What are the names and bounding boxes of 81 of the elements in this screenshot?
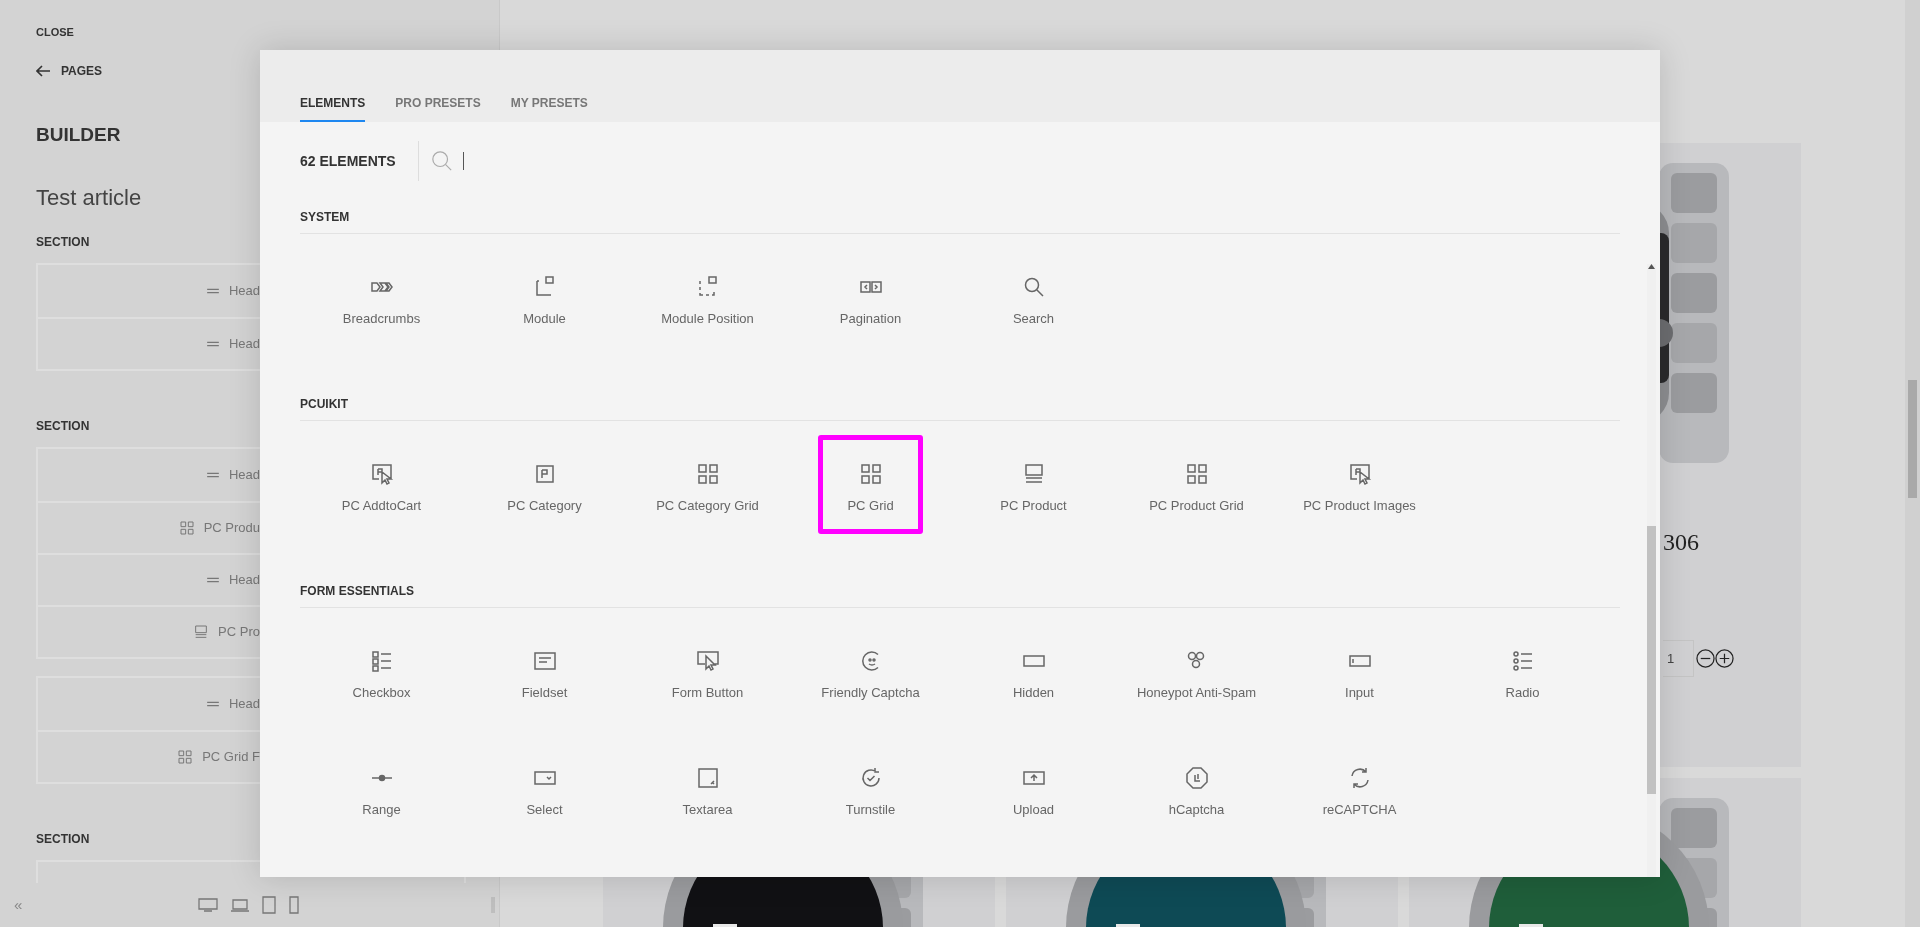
back-link[interactable]: PAGES — [36, 63, 103, 79]
element-row-label[interactable]: Head — [228, 281, 260, 301]
section-label: SECTION — [36, 418, 90, 434]
search-icon — [430, 150, 453, 172]
textarea-icon — [695, 766, 720, 790]
scrollbar-thumb[interactable] — [1647, 526, 1656, 794]
group-heading: FORM ESSENTIALS — [300, 583, 1620, 608]
element-tile[interactable]: reCAPTCHA — [1307, 739, 1412, 838]
tablet-icon[interactable] — [262, 896, 277, 914]
element-tile[interactable]: Textarea — [655, 739, 760, 838]
element-tile[interactable]: Input — [1307, 622, 1412, 721]
cursor-icon — [369, 462, 394, 486]
phone-icon[interactable] — [288, 896, 301, 914]
lines-icon — [205, 470, 220, 480]
element-tile[interactable]: Upload — [981, 739, 1086, 838]
cursor-icon — [695, 649, 720, 673]
grid-icon — [1184, 462, 1209, 486]
element-row-label[interactable]: Head — [228, 694, 260, 714]
panel-heading: BUILDER — [36, 123, 121, 147]
element-row-label[interactable]: Head — [228, 334, 260, 354]
element-count: 62 ELEMENTS — [300, 151, 396, 171]
element-tile[interactable]: Module Position — [652, 248, 763, 347]
element-tile[interactable]: PC Product Images — [1294, 435, 1425, 534]
tab[interactable]: MY PRESETS — [510, 72, 588, 122]
element-tile[interactable]: Form Button — [655, 622, 760, 721]
tab[interactable]: ELEMENTS — [300, 72, 366, 122]
element-tile[interactable]: Fieldset — [492, 622, 597, 721]
element-row-label[interactable]: PC Pro — [218, 622, 260, 642]
section-label: SECTION — [36, 234, 90, 250]
element-tile[interactable]: Honeypot Anti-Spam — [1127, 622, 1266, 721]
quantity-field[interactable]: 1 — [1663, 640, 1694, 677]
element-tile[interactable]: Turnstile — [818, 739, 923, 838]
element-tile[interactable]: PC AddtoCart — [329, 435, 434, 534]
group-heading: PCUIKIT — [300, 396, 1620, 421]
cursor-icon — [1347, 462, 1372, 486]
element-tile[interactable]: Select — [492, 739, 597, 838]
minus-icon[interactable] — [1696, 649, 1715, 668]
radio-list-icon — [1510, 649, 1535, 673]
close-link[interactable]: CLOSE — [36, 26, 74, 38]
monitor-icon — [193, 624, 210, 640]
element-tile[interactable]: Module — [492, 248, 597, 347]
element-tile[interactable]: PC Grid — [818, 435, 923, 534]
page-title: Test article — [36, 184, 142, 212]
lines-icon — [205, 575, 220, 585]
element-row-label[interactable]: PC Grid F — [202, 747, 260, 767]
tab[interactable]: PRO PRESETS — [395, 72, 481, 122]
scroll-up-icon[interactable] — [1648, 264, 1655, 269]
element-tile[interactable]: PC Category — [492, 435, 597, 534]
element-tile[interactable]: PC Product — [981, 435, 1086, 534]
lines-icon — [205, 699, 220, 709]
checklist-icon — [369, 649, 394, 673]
element-row-label[interactable]: Head — [228, 570, 260, 590]
element-tile[interactable]: Pagination — [818, 248, 923, 347]
fieldset-icon — [532, 649, 557, 673]
grid-icon — [695, 462, 720, 486]
arrow-left-icon — [36, 65, 51, 77]
section-label: SECTION — [36, 831, 90, 847]
product-title: 306 — [1663, 528, 1699, 556]
element-tile[interactable]: Checkbox — [329, 622, 434, 721]
element-tile[interactable]: Hidden — [981, 622, 1086, 721]
laptop-icon[interactable] — [230, 898, 251, 912]
element-tile[interactable]: Search — [981, 248, 1086, 347]
group-heading: SYSTEM — [300, 209, 1620, 234]
grid-icon — [858, 462, 883, 486]
octagon-icon — [1184, 766, 1209, 790]
element-tile[interactable]: Radio — [1470, 622, 1575, 721]
element-tile[interactable]: PC Category Grid — [647, 435, 768, 534]
element-tile[interactable]: hCaptcha — [1144, 739, 1249, 838]
element-tile[interactable]: Friendly Captcha — [812, 622, 929, 721]
desktop-icon[interactable] — [198, 898, 219, 912]
lines-icon — [205, 339, 220, 349]
element-tile[interactable]: Breadcrumbs — [329, 248, 434, 347]
grid-icon — [177, 749, 194, 765]
element-row-label[interactable]: PC Produ — [203, 518, 260, 538]
element-row-label[interactable]: Head — [228, 465, 260, 485]
plus-icon[interactable] — [1715, 649, 1734, 668]
lines-icon — [205, 286, 220, 296]
element-tile[interactable]: PC Product Grid — [1140, 435, 1253, 534]
grid-icon — [178, 520, 195, 536]
element-tile[interactable]: Range — [329, 739, 434, 838]
scrollbar-thumb[interactable] — [1908, 380, 1917, 498]
